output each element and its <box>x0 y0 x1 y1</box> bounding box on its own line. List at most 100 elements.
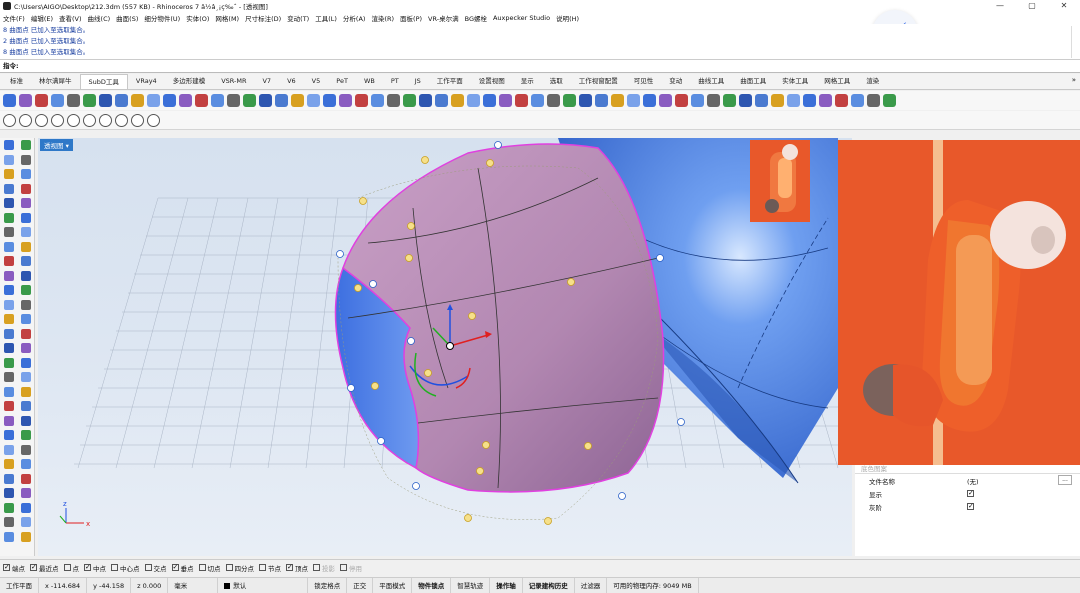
tabs-overflow-icon[interactable]: » <box>1072 76 1076 84</box>
control-point[interactable] <box>476 467 484 475</box>
subd-tool-icon[interactable] <box>339 94 352 107</box>
tab-mesh-tools[interactable]: 网格工具 <box>816 74 858 89</box>
osnap-checkbox[interactable] <box>171 563 179 571</box>
palette-tool-icon[interactable] <box>20 270 31 281</box>
subd-tool-icon[interactable] <box>595 94 608 107</box>
tab-v7[interactable]: V7 <box>254 74 279 89</box>
tab-select[interactable]: 选取 <box>542 74 571 89</box>
subd-tool-icon[interactable] <box>35 94 48 107</box>
subd-tool-icon[interactable] <box>691 94 704 107</box>
subd-tool-icon[interactable] <box>403 94 416 107</box>
command-prompt[interactable]: 指令: <box>0 60 1080 73</box>
subd-tool-icon[interactable] <box>435 94 448 107</box>
subd-tool-icon[interactable] <box>355 94 368 107</box>
osnap-checkbox[interactable] <box>30 563 37 571</box>
toggle-filter[interactable]: 过滤器 <box>575 577 608 593</box>
tab-viewport-layout[interactable]: 工作视窗配置 <box>571 74 626 89</box>
tab-surface-tools[interactable]: 曲面工具 <box>732 74 774 89</box>
menu-subd[interactable]: 细分物件(U) <box>144 13 180 23</box>
tab-v6[interactable]: V6 <box>279 74 304 89</box>
palette-tool-icon[interactable] <box>20 328 31 339</box>
control-point[interactable] <box>336 250 344 258</box>
palette-tool-icon[interactable] <box>3 444 14 455</box>
osnap-checkbox[interactable] <box>111 564 118 571</box>
subd-tool-icon[interactable] <box>547 94 560 107</box>
tab-set-view[interactable]: 设置视图 <box>471 74 513 89</box>
control-point[interactable] <box>482 441 490 449</box>
viewport-title-tab[interactable]: 透视图 ▾ <box>40 139 73 151</box>
palette-tool-icon[interactable] <box>3 372 14 383</box>
control-point[interactable] <box>468 312 476 320</box>
palette-tool-icon[interactable] <box>20 372 31 383</box>
subd-tool-icon[interactable] <box>707 94 720 107</box>
history-scrollbar[interactable] <box>1071 26 1078 58</box>
toggle-osnap[interactable]: 物件锁点 <box>412 577 452 593</box>
subd-tool-icon[interactable] <box>227 94 240 107</box>
control-point[interactable] <box>412 482 420 490</box>
subd-tool-icon[interactable] <box>419 94 432 107</box>
control-point[interactable] <box>405 254 413 262</box>
toggle-record-history[interactable]: 记录建构历史 <box>523 577 575 593</box>
status-layer[interactable]: 默认 <box>218 577 309 593</box>
control-point[interactable] <box>421 156 429 164</box>
subd-tool-icon[interactable] <box>499 94 512 107</box>
osnap-option[interactable]: 顶点 <box>286 563 308 573</box>
menu-dimension[interactable]: 尺寸标注(D) <box>245 13 281 23</box>
palette-tool-icon[interactable] <box>20 256 31 267</box>
osnap-option[interactable]: 中心点 <box>111 563 140 573</box>
subd-tool-icon[interactable] <box>179 94 192 107</box>
osnap-option[interactable]: 垂点 <box>171 563 194 573</box>
tab-cplane[interactable]: 工作平面 <box>429 74 471 89</box>
palette-tool-icon[interactable] <box>20 285 31 296</box>
tab-curve-tools[interactable]: 曲线工具 <box>690 74 732 89</box>
subd-tool-icon[interactable] <box>259 94 272 107</box>
subd-tool-icon[interactable] <box>675 94 688 107</box>
toggle-ortho[interactable]: 正交 <box>347 577 374 593</box>
palette-tool-icon[interactable] <box>20 430 31 441</box>
control-point[interactable] <box>584 442 592 450</box>
subd-tool-icon[interactable] <box>835 94 848 107</box>
subd-tool-icon[interactable] <box>163 94 176 107</box>
subd-tool-icon[interactable] <box>451 94 464 107</box>
palette-tool-icon[interactable] <box>20 488 31 499</box>
osnap-checkbox[interactable] <box>225 564 233 571</box>
palette-tool-icon[interactable] <box>20 357 31 368</box>
palette-tool-icon[interactable] <box>20 169 31 180</box>
palette-tool-icon[interactable] <box>20 459 31 470</box>
subd-tool-icon[interactable] <box>883 94 896 107</box>
control-point[interactable] <box>677 418 685 426</box>
subd-tool-icon[interactable] <box>51 94 64 107</box>
menu-vr[interactable]: VR-桌尔满 <box>428 13 459 23</box>
menu-file[interactable]: 文件(F) <box>3 13 25 23</box>
palette-tool-icon[interactable] <box>3 299 14 310</box>
palette-tool-icon[interactable] <box>3 488 14 499</box>
subd-tool-icon[interactable] <box>371 94 384 107</box>
subd-tool-icon[interactable] <box>755 94 768 107</box>
palette-tool-icon[interactable] <box>3 328 14 339</box>
menu-tools[interactable]: 工具(L) <box>315 13 337 23</box>
subd-tool-icon[interactable] <box>67 94 80 107</box>
palette-tool-icon[interactable] <box>3 212 14 223</box>
subd-tool-icon[interactable] <box>819 94 832 107</box>
osnap-option[interactable]: 最近点 <box>30 563 59 573</box>
menu-analyze[interactable]: 分析(A) <box>343 13 366 23</box>
menu-surface[interactable]: 曲面(S) <box>116 13 138 23</box>
subd-tool-icon[interactable] <box>3 94 16 107</box>
palette-tool-icon[interactable] <box>3 357 14 368</box>
control-point[interactable] <box>369 280 377 288</box>
control-point[interactable] <box>407 222 415 230</box>
palette-tool-icon[interactable] <box>3 459 14 470</box>
palette-tool-icon[interactable] <box>3 343 14 354</box>
secondary-tool-icon[interactable] <box>3 113 16 127</box>
menu-mesh[interactable]: 网格(M) <box>215 13 239 23</box>
menu-view[interactable]: 查看(V) <box>59 13 82 23</box>
subd-tool-icon[interactable] <box>771 94 784 107</box>
subd-tool-icon[interactable] <box>387 94 400 107</box>
subd-tool-icon[interactable] <box>467 94 480 107</box>
osnap-checkbox[interactable] <box>198 564 206 571</box>
tab-transform[interactable]: 变动 <box>661 74 690 89</box>
palette-tool-icon[interactable] <box>3 386 14 397</box>
tab-visibility[interactable]: 可见性 <box>626 74 662 89</box>
palette-tool-icon[interactable] <box>20 140 31 151</box>
osnap-option[interactable]: 四分点 <box>225 563 254 573</box>
